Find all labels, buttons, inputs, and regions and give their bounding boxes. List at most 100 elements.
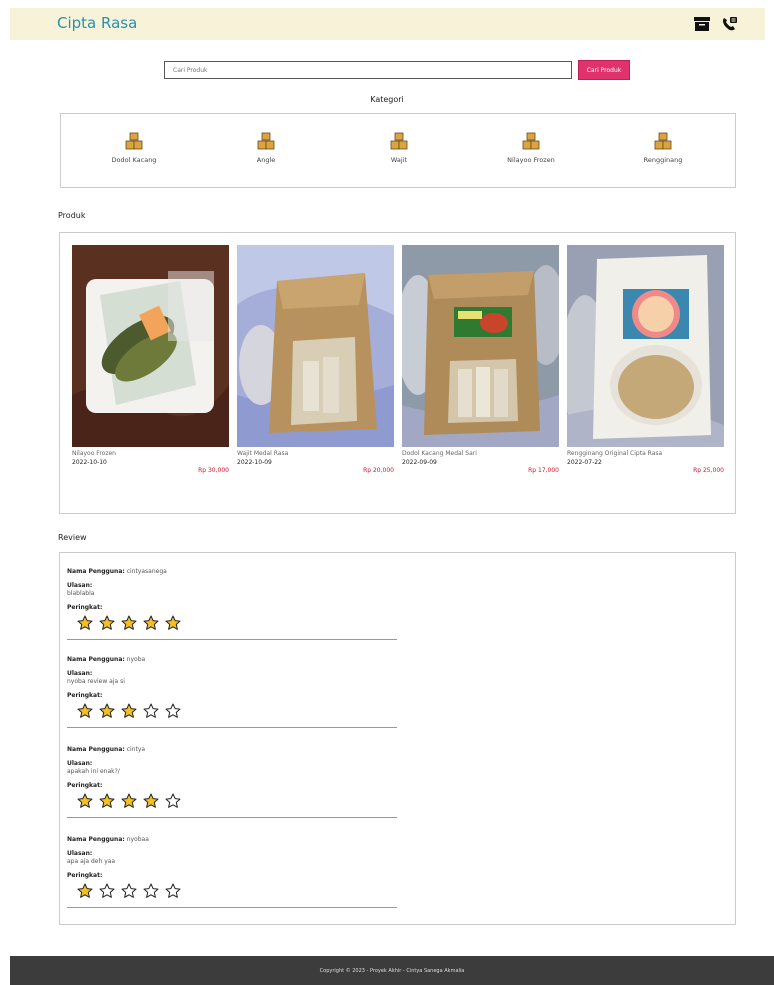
star-rating	[77, 793, 397, 809]
star-empty-icon	[121, 883, 137, 898]
review-item: Nama Pengguna: nyoba Ulasan: nyoba revie…	[67, 653, 397, 728]
product-card[interactable]: Rengginang Original Cipta Rasa 2022-07-2…	[567, 245, 724, 474]
kategori-item-nilayoo-frozen[interactable]: Nilayoo Frozen	[476, 132, 586, 164]
product-date: 2022-10-10	[72, 459, 107, 466]
star-filled-icon	[121, 703, 137, 718]
kategori-label: Angle	[256, 156, 276, 164]
star-filled-icon	[165, 615, 181, 630]
star-filled-icon	[99, 793, 115, 808]
product-name[interactable]: Nilayoo Frozen	[72, 450, 229, 457]
star-filled-icon	[143, 793, 159, 808]
peringkat-label: Peringkat:	[67, 604, 103, 611]
star-empty-icon	[99, 883, 115, 898]
brand-logo[interactable]: Cipta Rasa	[57, 14, 137, 32]
archive-icon[interactable]	[693, 16, 711, 32]
product-image[interactable]	[402, 245, 559, 447]
review-username: nyoba	[126, 656, 146, 663]
star-filled-icon	[77, 615, 93, 630]
product-price: Rp 30,000	[198, 467, 229, 474]
user-label: Nama Pengguna:	[67, 836, 125, 843]
review-text: apa aja deh yaa	[67, 858, 116, 865]
search-button[interactable]: Cari Produk	[578, 60, 630, 80]
kategori-panel: Dodol Kacang Angle Wajit Nilayoo Frozen	[60, 113, 736, 188]
product-name[interactable]: Wajit Medal Rasa	[237, 450, 394, 457]
star-rating	[77, 703, 397, 719]
boxes-icon	[522, 132, 540, 150]
review-text: blablabla	[67, 590, 95, 597]
product-card[interactable]: Nilayoo Frozen 2022-10-10 Rp 30,000	[72, 245, 229, 474]
review-text: apakah ini enak?/	[67, 768, 120, 775]
star-empty-icon	[143, 883, 159, 898]
star-empty-icon	[143, 703, 159, 718]
kategori-label: Rengginang	[643, 156, 683, 164]
footer: Copyright © 2023 - Proyek Akhir - Cintya…	[10, 956, 774, 985]
star-filled-icon	[77, 703, 93, 718]
star-rating	[77, 615, 397, 631]
review-panel: Nama Pengguna: cintyasanega Ulasan: blab…	[59, 552, 736, 925]
review-user-line: Nama Pengguna: cintyasanega	[67, 568, 397, 575]
review-item: Nama Pengguna: cintyasanega Ulasan: blab…	[67, 565, 397, 640]
ulasan-label: Ulasan:	[67, 760, 93, 767]
product-name[interactable]: Rengginang Original Cipta Rasa	[567, 450, 724, 457]
kategori-item-rengginang[interactable]: Rengginang	[608, 132, 718, 164]
product-name[interactable]: Dodol Kacang Medal Sari	[402, 450, 559, 457]
navbar: Cipta Rasa	[10, 8, 765, 40]
user-label: Nama Pengguna:	[67, 656, 125, 663]
product-image[interactable]	[237, 245, 394, 447]
review-username: cintya	[126, 746, 146, 753]
review-item: Nama Pengguna: nyobaa Ulasan: apa aja de…	[67, 833, 397, 908]
kategori-label: Nilayoo Frozen	[507, 156, 555, 164]
product-price: Rp 25,000	[693, 467, 724, 474]
star-filled-icon	[77, 793, 93, 808]
user-label: Nama Pengguna:	[67, 568, 125, 575]
search-input[interactable]	[164, 61, 572, 79]
boxes-icon	[257, 132, 275, 150]
product-date: 2022-07-22	[567, 459, 602, 466]
product-price: Rp 20,000	[363, 467, 394, 474]
star-empty-icon	[165, 703, 181, 718]
star-empty-icon	[165, 883, 181, 898]
review-text: nyoba review aja si	[67, 678, 125, 685]
review-username: nyobaa	[126, 836, 149, 843]
star-filled-icon	[99, 703, 115, 718]
product-image[interactable]	[72, 245, 229, 447]
review-user-line: Nama Pengguna: nyoba	[67, 656, 397, 663]
star-filled-icon	[143, 615, 159, 630]
review-user-line: Nama Pengguna: nyobaa	[67, 836, 397, 843]
star-filled-icon	[121, 615, 137, 630]
review-user-line: Nama Pengguna: cintya	[67, 746, 397, 753]
produk-title: Produk	[58, 211, 86, 220]
ulasan-label: Ulasan:	[67, 670, 93, 677]
star-rating	[77, 883, 397, 899]
kategori-label: Wajit	[390, 156, 408, 164]
phone-icon[interactable]	[721, 16, 739, 32]
star-filled-icon	[99, 615, 115, 630]
boxes-icon	[654, 132, 672, 150]
product-date: 2022-10-09	[237, 459, 272, 466]
kategori-item-wajit[interactable]: Wajit	[344, 132, 454, 164]
footer-copyright: Copyright © 2023 - Proyek Akhir - Cintya…	[319, 967, 465, 974]
peringkat-label: Peringkat:	[67, 782, 103, 789]
review-item: Nama Pengguna: cintya Ulasan: apakah ini…	[67, 743, 397, 818]
ulasan-label: Ulasan:	[67, 582, 93, 589]
kategori-title: Kategori	[370, 95, 404, 104]
review-title: Review	[58, 533, 87, 542]
peringkat-label: Peringkat:	[67, 692, 103, 699]
boxes-icon	[390, 132, 408, 150]
peringkat-label: Peringkat:	[67, 872, 103, 879]
user-label: Nama Pengguna:	[67, 746, 125, 753]
ulasan-label: Ulasan:	[67, 850, 93, 857]
product-image[interactable]	[567, 245, 724, 447]
produk-panel: Nilayoo Frozen 2022-10-10 Rp 30,000 Waji…	[59, 232, 736, 514]
product-card[interactable]: Wajit Medal Rasa 2022-10-09 Rp 20,000	[237, 245, 394, 474]
boxes-icon	[125, 132, 143, 150]
product-price: Rp 17,000	[528, 467, 559, 474]
star-filled-icon	[77, 883, 93, 898]
kategori-item-angle[interactable]: Angle	[211, 132, 321, 164]
product-date: 2022-09-09	[402, 459, 437, 466]
kategori-item-dodol-kacang[interactable]: Dodol Kacang	[79, 132, 189, 164]
star-empty-icon	[165, 793, 181, 808]
star-filled-icon	[121, 793, 137, 808]
review-username: cintyasanega	[126, 568, 167, 575]
product-card[interactable]: Dodol Kacang Medal Sari 2022-09-09 Rp 17…	[402, 245, 559, 474]
